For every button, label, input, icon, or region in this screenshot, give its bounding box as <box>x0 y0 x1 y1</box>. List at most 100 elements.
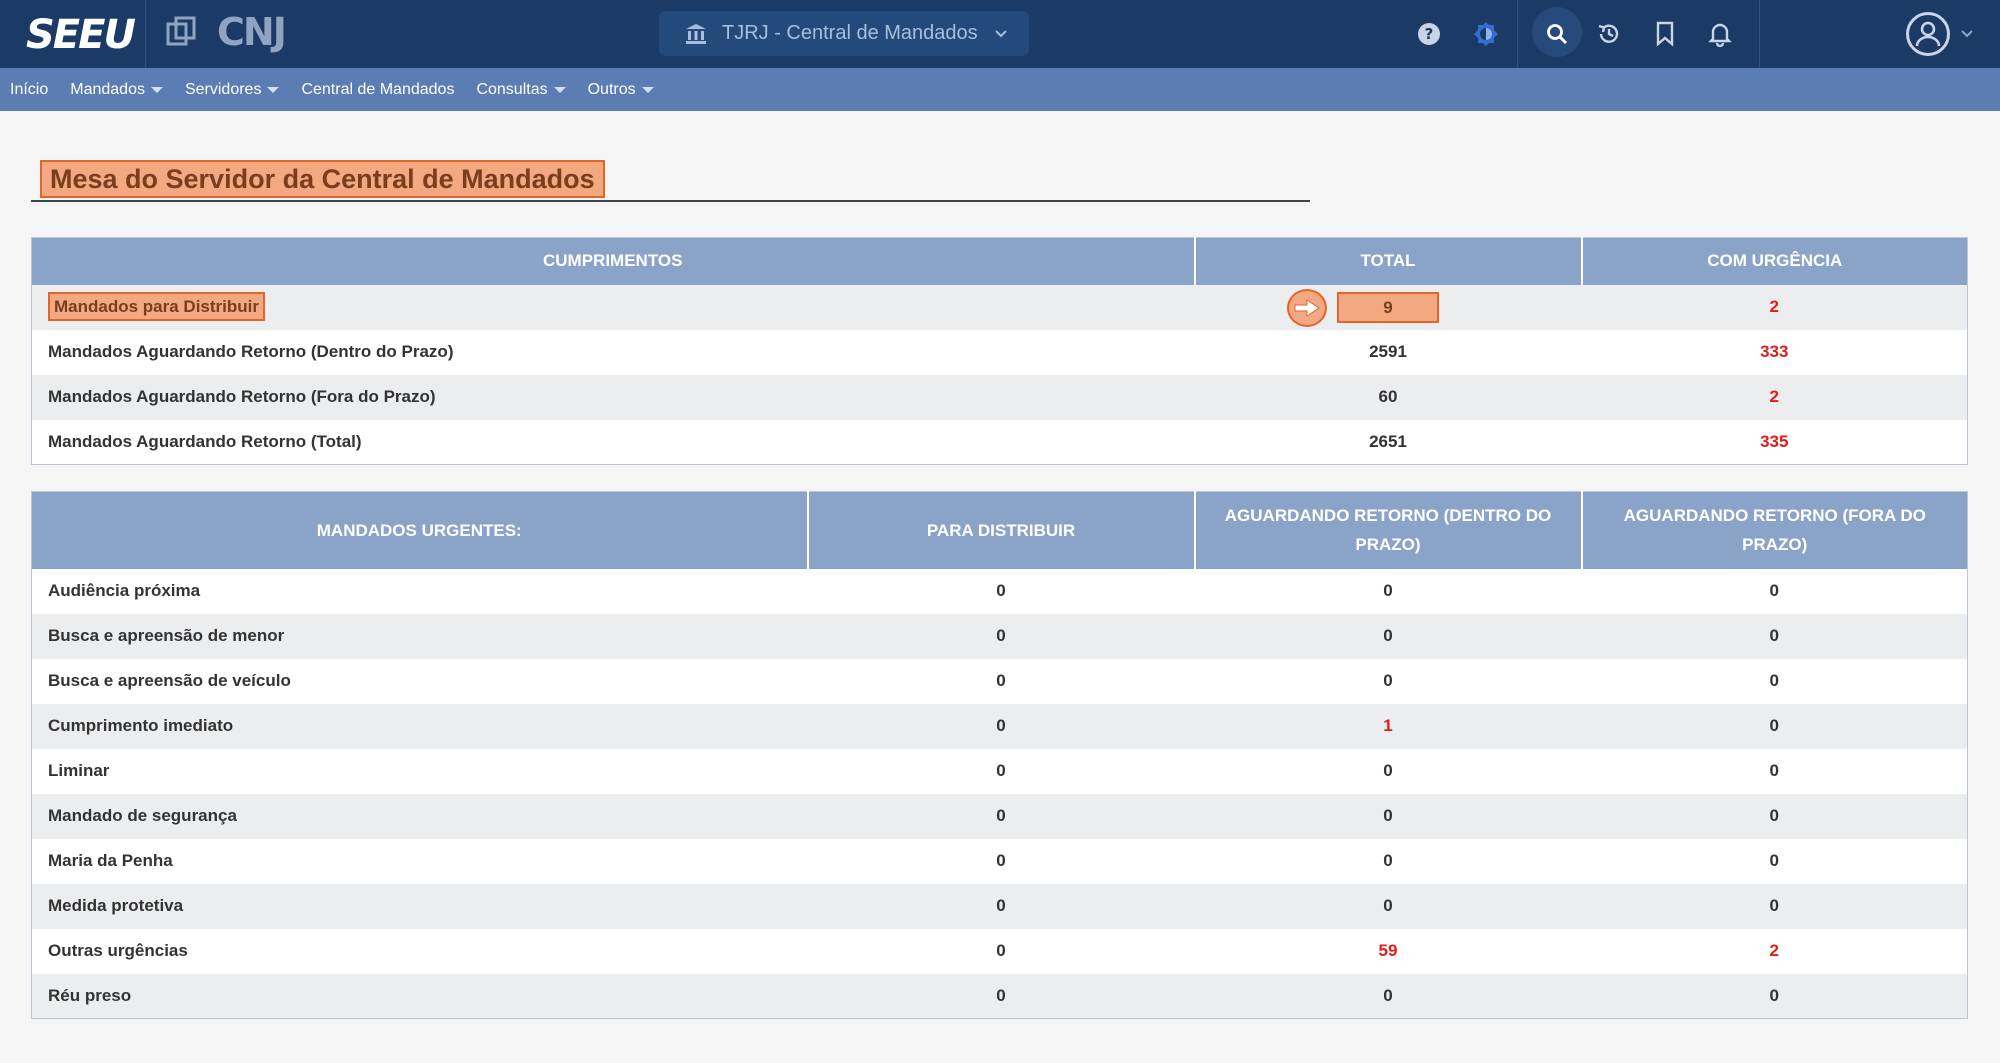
count-para-distribuir[interactable]: 0 <box>808 839 1195 884</box>
count-para-distribuir[interactable]: 0 <box>808 929 1195 974</box>
count-fora-do-prazo[interactable]: 0 <box>1582 659 1968 704</box>
table-row: Mandados Aguardando Retorno (Total) 2651… <box>32 420 1968 465</box>
count-dentro-do-prazo[interactable]: 0 <box>1194 973 1582 1019</box>
count-fora-do-prazo[interactable]: 0 <box>1581 703 1968 749</box>
svg-text:?: ? <box>1425 25 1434 43</box>
column-header-com-urgencia: COM URGÊNCIA <box>1581 237 1968 285</box>
count-dentro-do-prazo[interactable]: 0 <box>1195 569 1582 614</box>
mandados-para-distribuir-link[interactable]: Mandados para Distribuir <box>48 292 265 321</box>
count-para-distribuir[interactable]: 0 <box>807 703 1195 749</box>
table-row: Mandados Aguardando Retorno (Fora do Pra… <box>31 374 1968 420</box>
count-para-distribuir[interactable]: 0 <box>807 793 1195 839</box>
arrow-right-icon <box>1286 288 1327 327</box>
help-icon[interactable]: ? <box>1413 18 1445 50</box>
bell-icon[interactable] <box>1704 18 1736 50</box>
count-para-distribuir[interactable]: 0 <box>807 973 1195 1019</box>
total-count[interactable]: 2591 <box>1195 330 1582 375</box>
table-row: Medida protetiva 0 0 0 <box>31 883 1968 929</box>
count-fora-do-prazo[interactable]: 0 <box>1582 839 1968 884</box>
row-label: Mandado de segurança <box>31 793 808 839</box>
count-para-distribuir[interactable]: 0 <box>808 659 1195 704</box>
table-row: Audiência próxima 0 0 0 <box>32 569 1968 614</box>
search-icon[interactable] <box>1541 18 1573 50</box>
urgent-count[interactable]: 335 <box>1582 420 1968 465</box>
user-avatar-icon[interactable] <box>1906 12 1950 56</box>
count-dentro-do-prazo[interactable]: 0 <box>1194 793 1582 839</box>
count-fora-do-prazo[interactable]: 0 <box>1581 613 1968 659</box>
row-label: Audiência próxima <box>48 581 201 600</box>
count-fora-do-prazo[interactable]: 0 <box>1582 749 1968 794</box>
menu-central-de-mandados[interactable]: Central de Mandados <box>301 81 454 99</box>
mandados-urgentes-body: Audiência próxima 0 0 0 Busca e apreensã… <box>31 569 1968 1019</box>
chevron-down-icon[interactable] <box>1960 28 1974 40</box>
count-fora-do-prazo[interactable]: 0 <box>1582 569 1968 614</box>
table-row: Outras urgências 0 59 2 <box>32 929 1968 974</box>
count-dentro-do-prazo[interactable]: 0 <box>1195 749 1582 794</box>
row-label: Busca e apreensão de menor <box>31 613 808 659</box>
cnj-logo[interactable]: CNJ <box>217 10 287 54</box>
row-label: Outras urgências <box>48 941 188 960</box>
count-para-distribuir[interactable]: 0 <box>808 749 1195 794</box>
menu-mandados[interactable]: Mandados <box>70 81 163 99</box>
menu-consultas[interactable]: Consultas <box>476 81 566 99</box>
count-dentro-do-prazo[interactable]: 1 <box>1194 703 1582 749</box>
row-label: Mandados Aguardando Retorno (Total) <box>48 431 362 451</box>
row-label: Medida protetiva <box>31 883 808 929</box>
caret-down-icon <box>553 86 566 93</box>
caret-down-icon <box>267 86 280 93</box>
count-para-distribuir[interactable]: 0 <box>807 613 1195 659</box>
bank-icon <box>686 23 706 44</box>
contrast-icon[interactable] <box>1470 18 1502 50</box>
count-fora-do-prazo[interactable]: 2 <box>1582 929 1968 974</box>
count-dentro-do-prazo[interactable]: 0 <box>1194 613 1582 659</box>
count-dentro-do-prazo[interactable]: 0 <box>1195 659 1582 704</box>
count-dentro-do-prazo[interactable]: 0 <box>1195 839 1582 884</box>
column-header-cumprimentos: CUMPRIMENTOS <box>31 237 1196 285</box>
history-icon[interactable] <box>1593 18 1625 50</box>
top-bar: SEEU CNJ TJRJ - Central de Mandados ? <box>0 0 2000 68</box>
caret-down-icon <box>150 86 163 93</box>
page-title-section: Mesa do Servidor da Central de Mandados <box>31 160 1310 202</box>
column-header-dentro-do-prazo: AGUARDANDO RETORNO (DENTRO DO PRAZO) <box>1194 491 1583 569</box>
table-row: Mandados para Distribuir 9 2 <box>31 284 1968 330</box>
count-fora-do-prazo[interactable]: 0 <box>1581 793 1968 839</box>
count-fora-do-prazo[interactable]: 0 <box>1581 973 1968 1019</box>
menu-servidores[interactable]: Servidores <box>185 81 280 99</box>
menu-inicio[interactable]: Início <box>10 81 48 99</box>
caret-down-icon <box>641 86 654 93</box>
table-row: Maria da Penha 0 0 0 <box>32 839 1968 884</box>
cumprimentos-table: CUMPRIMENTOS TOTAL COM URGÊNCIA Mandados… <box>31 237 1968 465</box>
divider <box>1759 0 1760 68</box>
urgent-count[interactable]: 2 <box>1581 284 1968 330</box>
urgent-count[interactable]: 2 <box>1581 374 1968 420</box>
row-label: Cumprimento imediato <box>31 703 808 749</box>
table-row: Busca e apreensão de veículo 0 0 0 <box>32 659 1968 704</box>
mandados-para-distribuir-total[interactable]: 9 <box>1337 291 1439 323</box>
divider <box>1517 0 1518 68</box>
count-fora-do-prazo[interactable]: 0 <box>1581 883 1968 929</box>
column-header-total: TOTAL <box>1194 237 1583 285</box>
row-label: Liminar <box>48 761 110 780</box>
unit-selector-label: TJRJ - Central de Mandados <box>722 22 978 44</box>
total-count[interactable]: 60 <box>1194 374 1582 420</box>
main-menu: Início Mandados Servidores Central de Ma… <box>0 68 2000 111</box>
row-label: Busca e apreensão de veículo <box>48 671 291 690</box>
row-label: Mandados Aguardando Retorno (Dentro do P… <box>48 342 454 361</box>
count-dentro-do-prazo[interactable]: 59 <box>1195 929 1582 974</box>
total-count[interactable]: 2651 <box>1195 420 1582 465</box>
unit-selector[interactable]: TJRJ - Central de Mandados <box>659 11 1029 56</box>
urgent-count[interactable]: 333 <box>1582 330 1968 375</box>
menu-outros[interactable]: Outros <box>588 81 654 99</box>
mandados-urgentes-table: MANDADOS URGENTES: PARA DISTRIBUIR AGUAR… <box>31 491 1968 1019</box>
count-para-distribuir[interactable]: 0 <box>808 569 1195 614</box>
count-para-distribuir[interactable]: 0 <box>807 883 1195 929</box>
chevron-down-icon <box>994 29 1007 37</box>
bookmark-icon[interactable] <box>1649 18 1681 50</box>
row-label: Réu preso <box>31 973 808 1019</box>
table-row: Mandado de segurança 0 0 0 <box>31 793 1968 839</box>
cnj-emblem-icon <box>166 16 196 46</box>
seeu-logo[interactable]: SEEU <box>26 12 136 58</box>
page-title: Mesa do Servidor da Central de Mandados <box>40 160 605 198</box>
row-label: Maria da Penha <box>48 851 173 870</box>
count-dentro-do-prazo[interactable]: 0 <box>1194 883 1582 929</box>
